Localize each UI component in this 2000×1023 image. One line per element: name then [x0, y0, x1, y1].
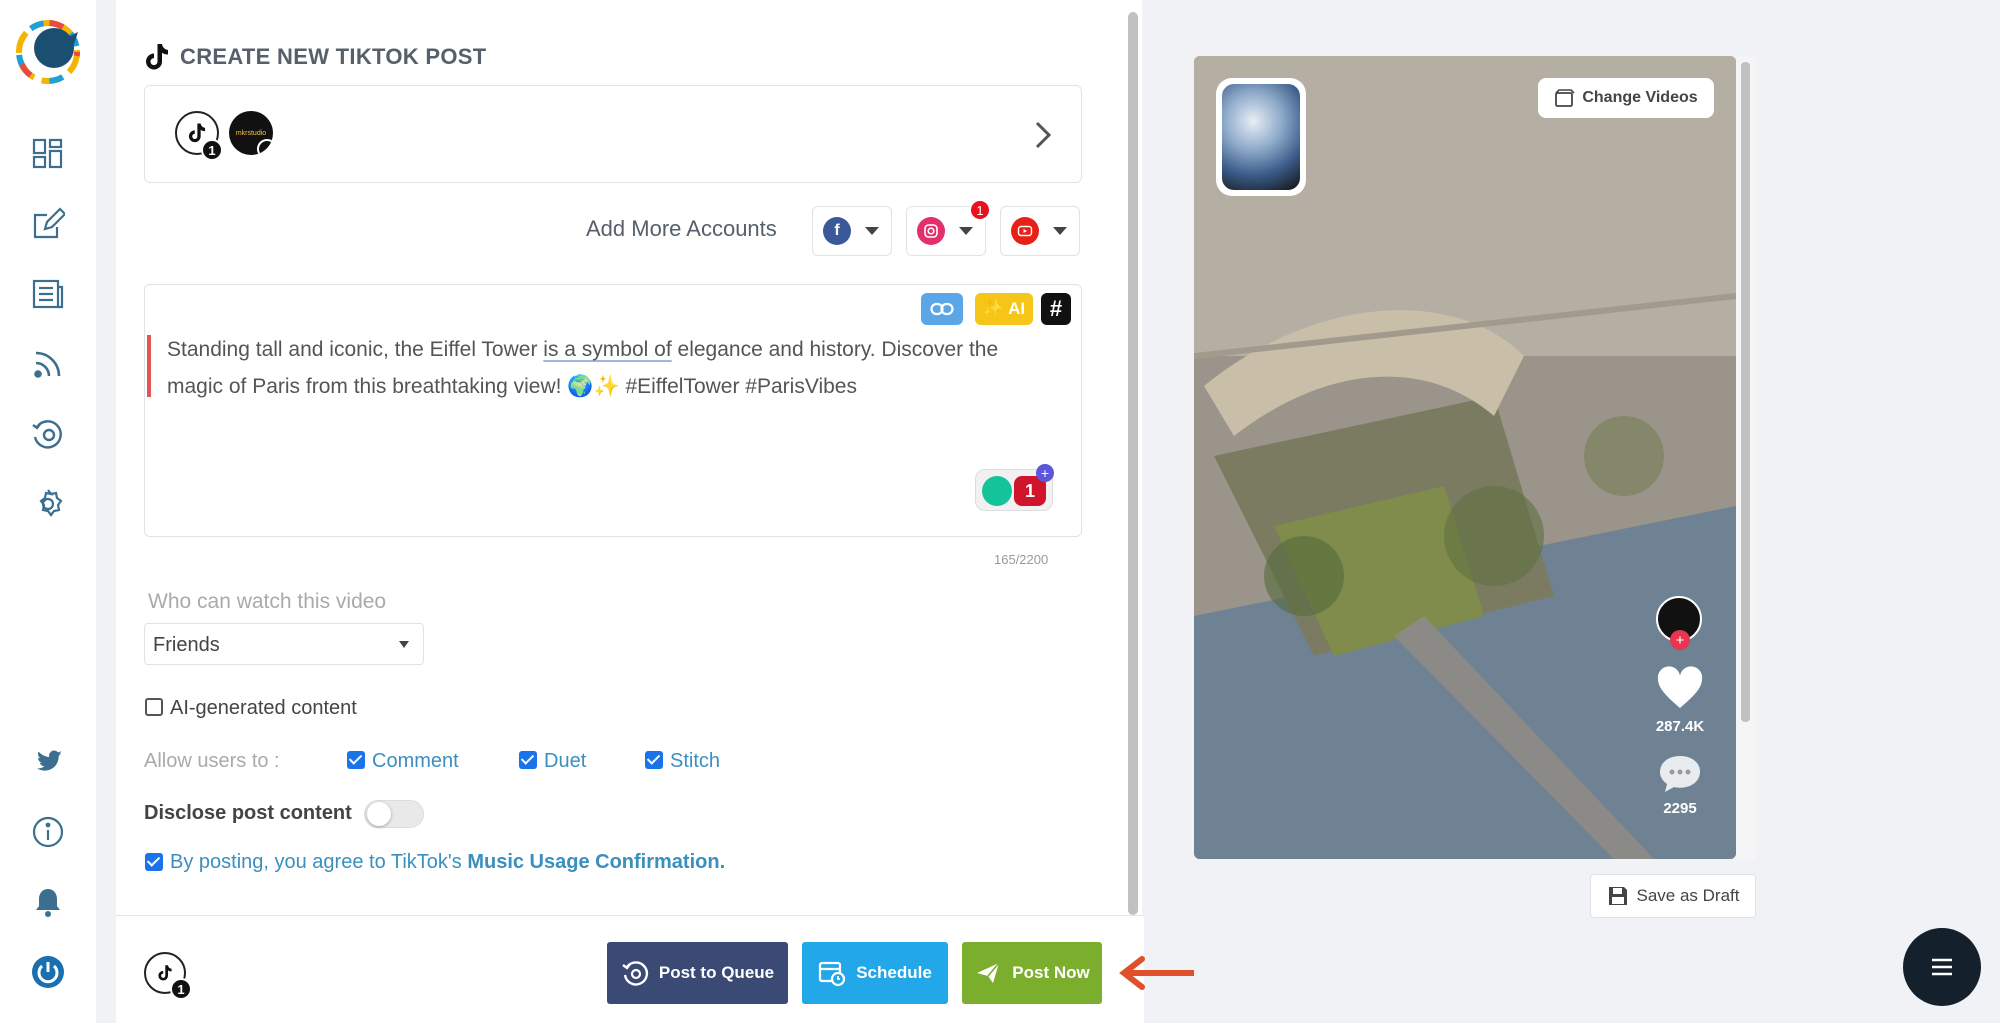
save-as-draft-label: Save as Draft: [1636, 886, 1740, 905]
tiktok-icon: [146, 44, 168, 70]
schedule-button[interactable]: Schedule: [802, 942, 948, 1004]
posts-icon[interactable]: [30, 276, 66, 312]
disclose-toggle[interactable]: [364, 800, 424, 828]
like-count: 287.4K: [1655, 718, 1705, 735]
post-now-button[interactable]: Post Now: [962, 942, 1102, 1004]
change-videos-button[interactable]: Change Videos: [1538, 78, 1714, 118]
instagram-icon: [917, 217, 945, 245]
calendar-clock-icon: [819, 961, 846, 987]
caption-text-suggestion[interactable]: is a symbol of: [543, 338, 671, 361]
facebook-dropdown[interactable]: f: [812, 206, 892, 256]
comment-checkbox[interactable]: [347, 751, 365, 769]
video-swap-icon: [1555, 89, 1575, 107]
bell-icon[interactable]: [30, 884, 66, 920]
heart-icon[interactable]: [1656, 666, 1704, 710]
tiktok-video-preview[interactable]: Change Videos + 287.4K 2295: [1194, 56, 1736, 859]
menu-fab-button[interactable]: [1903, 928, 1981, 1006]
allow-users-label: Allow users to :: [144, 750, 280, 772]
grammar-bulb-icon: [982, 476, 1012, 506]
ai-assist-button[interactable]: ✨ AI: [975, 293, 1033, 325]
queue-icon: [622, 961, 648, 986]
footer-tiktok-avatar[interactable]: 1: [144, 952, 192, 1000]
grammar-plus-icon: +: [1036, 464, 1054, 482]
tiktok-mini-icon: [257, 139, 273, 155]
disclose-label: Disclose post content: [144, 802, 352, 824]
comment-count: 2295: [1663, 800, 1697, 817]
sparkle-icon: ✨: [982, 299, 1005, 318]
music-usage-text: By posting, you agree to TikTok's Music …: [170, 851, 725, 874]
save-as-draft-button[interactable]: Save as Draft: [1590, 874, 1756, 918]
facebook-icon: f: [823, 217, 851, 245]
ai-generated-checkbox[interactable]: [145, 698, 163, 716]
caption-text[interactable]: Standing tall and iconic, the Eiffel Tow…: [167, 331, 1047, 405]
post-to-queue-button[interactable]: Post to Queue: [607, 942, 788, 1004]
duet-label: Duet: [544, 750, 587, 772]
duet-checkbox[interactable]: [519, 751, 537, 769]
instagram-dropdown[interactable]: 1: [906, 199, 991, 256]
twitter-icon[interactable]: [30, 744, 66, 780]
chevron-down-icon: [399, 641, 409, 648]
chevron-down-icon: [1053, 227, 1067, 235]
ai-label: AI: [1008, 299, 1026, 318]
post-to-queue-label: Post to Queue: [658, 963, 775, 982]
editor-focus-bar: [147, 335, 151, 397]
tiktok-account-avatar[interactable]: 1: [175, 111, 223, 161]
preview-scrollbar-thumb[interactable]: [1741, 62, 1750, 722]
stitch-checkbox[interactable]: [645, 751, 663, 769]
footer-account-badge: 1: [170, 978, 192, 1000]
stitch-label: Stitch: [670, 750, 721, 772]
comment-bubble-icon[interactable]: [1658, 754, 1702, 794]
power-icon[interactable]: [30, 954, 66, 990]
music-usage-prefix: By posting, you agree to TikTok's: [170, 851, 468, 873]
add-more-accounts-label: Add More Accounts: [586, 216, 777, 241]
tiktok-icon: [158, 965, 172, 981]
selected-accounts-box[interactable]: 1 mkrstudio: [144, 85, 1082, 183]
brand-account-avatar[interactable]: mkrstudio: [229, 111, 273, 155]
settings-icon[interactable]: [30, 486, 66, 522]
hashtag-icon: #: [1049, 296, 1063, 321]
instagram-notification-badge: 1: [969, 199, 991, 221]
brand-logo-text: mkrstudio: [235, 129, 267, 137]
rss-icon[interactable]: [30, 346, 66, 382]
hamburger-menu-icon: [1932, 958, 1952, 976]
hashtag-button[interactable]: #: [1041, 293, 1071, 325]
compose-icon[interactable]: [30, 206, 66, 242]
youtube-icon: [1011, 217, 1039, 245]
app-logo[interactable]: [16, 20, 80, 84]
globe-thumbnail-image: [1222, 84, 1300, 190]
send-icon: [977, 962, 1000, 983]
page-title-row: CREATE NEW TIKTOK POST: [144, 42, 486, 72]
ai-generated-label: AI-generated content: [170, 697, 357, 719]
privacy-label: Who can watch this video: [148, 590, 387, 613]
music-usage-checkbox[interactable]: [145, 853, 163, 871]
queue-icon[interactable]: [30, 416, 66, 452]
schedule-label: Schedule: [856, 963, 932, 982]
comment-label: Comment: [372, 750, 459, 772]
form-scrollbar-thumb[interactable]: [1128, 12, 1138, 915]
video-thumbnail[interactable]: [1216, 78, 1306, 196]
follow-plus-icon[interactable]: +: [1670, 630, 1690, 650]
floppy-disk-icon: [1608, 887, 1627, 905]
sidebar: [0, 0, 96, 1023]
post-now-label: Post Now: [1012, 963, 1090, 982]
dashboard-icon[interactable]: [30, 136, 66, 172]
chevron-down-icon: [865, 227, 879, 235]
character-counter: 165/2200: [994, 552, 1049, 567]
chevron-right-icon[interactable]: [1031, 118, 1055, 152]
page-title: CREATE NEW TIKTOK POST: [180, 44, 487, 69]
privacy-select-value: Friends: [153, 634, 220, 656]
chevron-down-icon: [959, 227, 973, 235]
account-count-badge: 1: [201, 139, 223, 161]
pointer-arrow-icon: [1119, 956, 1194, 990]
link-icon: [930, 302, 954, 316]
youtube-dropdown[interactable]: [1000, 206, 1080, 256]
link-button[interactable]: [921, 293, 963, 325]
privacy-select[interactable]: Friends: [144, 623, 424, 665]
info-icon[interactable]: [30, 814, 66, 850]
change-videos-label: Change Videos: [1582, 89, 1698, 106]
grammar-assistant-widget[interactable]: 1 +: [975, 464, 1054, 511]
caption-editor[interactable]: ✨ AI # Standing tall and iconic, the Eif…: [144, 284, 1082, 537]
caption-text-part: Standing tall and iconic, the Eiffel Tow…: [167, 338, 544, 361]
music-usage-link[interactable]: Music Usage Confirmation.: [467, 851, 725, 873]
